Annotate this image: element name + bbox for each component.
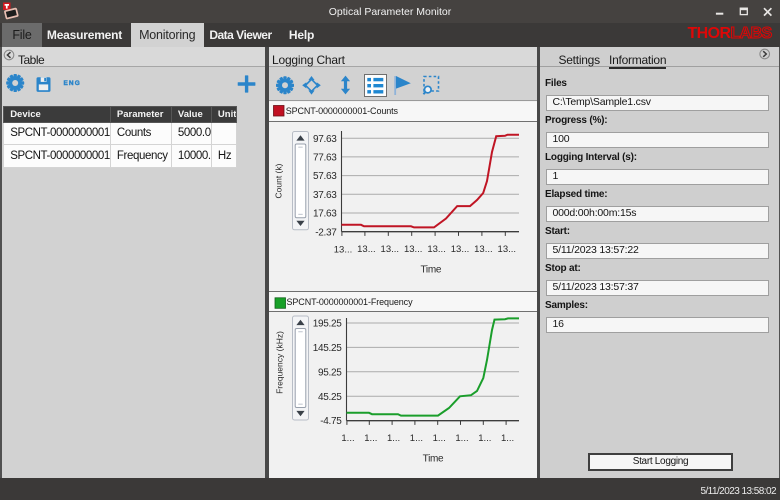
- svg-text:77.63: 77.63: [313, 153, 337, 164]
- svg-text:1...: 1...: [410, 433, 423, 444]
- svg-text:1...: 1...: [478, 433, 491, 444]
- svg-text:37.63: 37.63: [313, 190, 337, 201]
- svg-text:Count (k): Count (k): [274, 163, 284, 198]
- svg-text:195.25: 195.25: [313, 319, 343, 330]
- svg-text:97.63: 97.63: [313, 134, 337, 145]
- svg-text:1...: 1...: [364, 433, 377, 444]
- svg-text:145.25: 145.25: [313, 343, 343, 354]
- svg-text:13...: 13...: [381, 244, 400, 255]
- svg-text:-4.75: -4.75: [320, 416, 342, 427]
- svg-text:13...: 13...: [498, 244, 517, 255]
- svg-text:Frequency (kHz): Frequency (kHz): [275, 331, 285, 394]
- svg-text:1...: 1...: [433, 433, 446, 444]
- svg-text:1...: 1...: [455, 433, 468, 444]
- svg-text:45.25: 45.25: [318, 392, 342, 403]
- svg-text:57.63: 57.63: [313, 171, 337, 182]
- svg-text:13...: 13...: [357, 244, 376, 255]
- svg-text:13...: 13...: [474, 244, 493, 255]
- svg-text:1...: 1...: [387, 433, 400, 444]
- svg-text:17.63: 17.63: [313, 209, 337, 220]
- svg-text:13...: 13...: [451, 244, 470, 255]
- svg-text:1...: 1...: [341, 433, 354, 444]
- svg-text:13...: 13...: [427, 244, 446, 255]
- svg-text:95.25: 95.25: [318, 367, 342, 378]
- svg-text:Time: Time: [423, 453, 444, 464]
- svg-text:13...: 13...: [404, 244, 423, 255]
- svg-text:1...: 1...: [501, 433, 514, 444]
- svg-text:-2.37: -2.37: [315, 227, 337, 238]
- svg-text:Time: Time: [420, 265, 441, 276]
- svg-text:13...: 13...: [334, 245, 353, 256]
